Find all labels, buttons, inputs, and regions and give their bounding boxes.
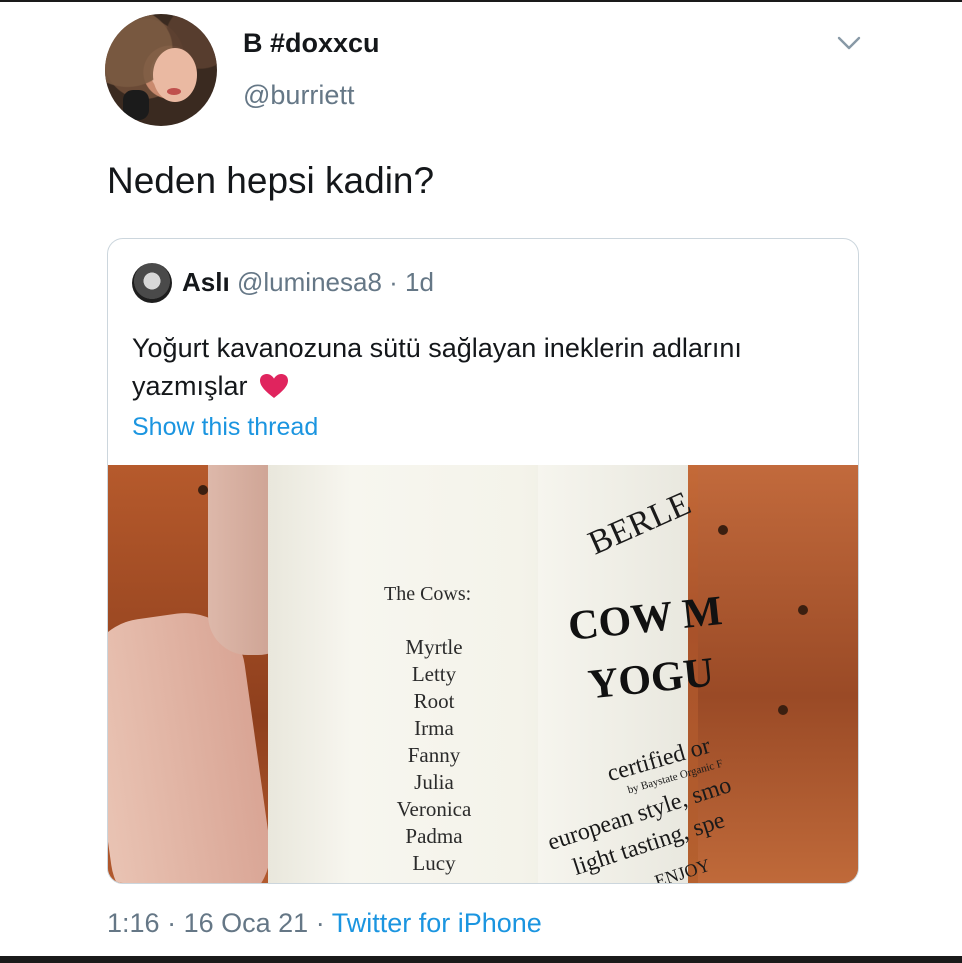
tweet-footer: 1:16 · 16 Oca 21 · Twitter for iPhone [107,908,542,939]
cow-name: Letty [411,662,457,686]
quoted-avatar[interactable] [132,263,172,303]
cow-name: Myrtle [405,635,463,659]
quoted-text: Yoğurt kavanozuna sütü sağlayan inekleri… [132,329,842,405]
quoted-username: @luminesa8 [237,267,382,297]
screenshot-frame-bottom [0,956,962,963]
tweet-date[interactable]: 16 Oca 21 [184,908,309,938]
cow-name: Lucy [412,851,456,875]
quoted-meta: @luminesa8 · 1d [237,267,434,298]
footer-separator: · [315,908,325,938]
quoted-text-line2-wrap: yazmışlar [132,367,842,405]
footer-separator: · [167,908,177,938]
tweet-time[interactable]: 1:16 [107,908,160,938]
author-display-name[interactable]: B #doxxcu [243,28,380,59]
heart-icon [260,374,289,398]
quoted-tweet[interactable]: Aslı @luminesa8 · 1d Yoğurt kavanozuna s… [107,238,859,884]
quoted-text-line1: Yoğurt kavanozuna sütü sağlayan inekleri… [132,333,742,363]
quoted-photo[interactable]: The Cows: Myrtle Letty Root Irma Fanny J… [108,465,858,883]
chevron-down-icon[interactable] [836,34,862,52]
show-thread-link[interactable]: Show this thread [132,413,318,442]
cow-name: Veronica [396,797,472,821]
cow-name: Padma [405,824,463,848]
quoted-display-name: Aslı [182,267,230,297]
tweet-text: Neden hepsi kadin? [107,160,435,201]
cow-name: Julia [414,770,454,794]
tweet-source-link[interactable]: Twitter for iPhone [332,908,542,938]
quoted-text-line2: yazmışlar [132,371,248,401]
quoted-separator: · [389,267,398,297]
avatar[interactable] [105,14,217,126]
cow-name: Irma [414,716,454,740]
tweet[interactable]: B #doxxcu @burriett Neden hepsi kadin? A… [0,2,962,956]
cow-name: Root [413,689,455,713]
author-username[interactable]: @burriett [243,80,354,111]
cows-title: The Cows: [384,583,472,605]
cow-name: Fanny [407,743,461,767]
quoted-age[interactable]: 1d [405,267,434,297]
